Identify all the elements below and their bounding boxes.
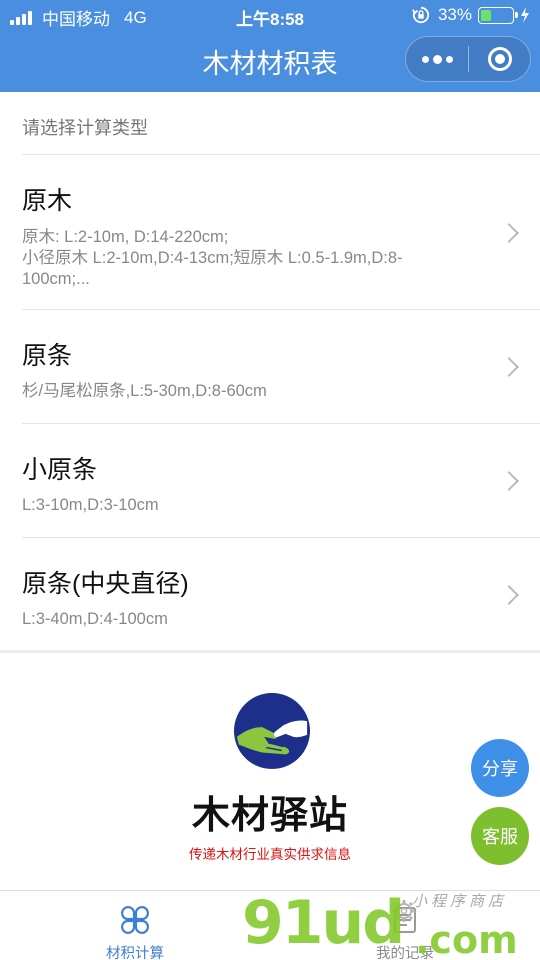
target-circle-icon: [487, 47, 512, 71]
chevron-right-icon: [499, 585, 519, 605]
chevron-right-icon: [499, 223, 519, 243]
brand-slogan: 传递木材行业真实供求信息: [189, 847, 351, 862]
tab-my-records[interactable]: 我的记录: [270, 891, 540, 960]
item-name: 原条(中央直径): [22, 570, 189, 598]
item-description: 原木: L:2-10m, D:14-220cm; 小径原木 L:2-10m,D:…: [22, 228, 403, 288]
brand-name: 木材驿站: [191, 792, 348, 837]
tab-volume-calc[interactable]: 材积计算: [0, 891, 270, 960]
more-menu-button[interactable]: [406, 37, 468, 81]
navigation-bar: 木材材积表: [0, 30, 540, 92]
item-description: L:3-10m,D:3-10cm: [22, 496, 159, 514]
content-divider: [0, 650, 540, 653]
chevron-right-icon: [499, 357, 519, 377]
mini-program-capsule: [405, 36, 531, 82]
clover-icon: [121, 906, 149, 934]
dot-icon: [445, 55, 453, 63]
item-description: 杉/马尾松原条,L:5-30m,D:8-60cm: [22, 382, 267, 400]
status-right: 33%: [412, 5, 530, 25]
tab-label: 材积计算: [106, 946, 164, 960]
customer-service-button[interactable]: 客服: [471, 807, 529, 865]
battery-fill: [481, 9, 491, 21]
dot-icon: [432, 54, 442, 64]
section-header: 请选择计算类型: [22, 118, 148, 138]
item-description: L:3-40m,D:4-100cm: [22, 610, 168, 628]
records-icon: [394, 907, 416, 933]
item-name: 小原条: [22, 456, 98, 484]
dot-icon: [421, 55, 429, 63]
close-mini-program-button[interactable]: [469, 37, 530, 81]
battery-percent: 33%: [437, 5, 472, 24]
item-name: 原木: [22, 187, 73, 215]
calc-type-item-logs[interactable]: 原木 原木: L:2-10m, D:14-220cm; 小径原木 L:2-10m…: [0, 155, 540, 309]
battery-icon: [478, 6, 518, 24]
tab-bar: 材积计算 我的记录: [0, 890, 540, 960]
calc-type-item-poles[interactable]: 原条 杉/马尾松原条,L:5-30m,D:8-60cm: [0, 310, 540, 423]
item-name: 原条: [22, 342, 73, 370]
calc-type-item-small-poles[interactable]: 小原条 L:3-10m,D:3-10cm: [0, 424, 540, 537]
chevron-right-icon: [499, 471, 519, 491]
charging-bolt-icon: [521, 7, 529, 23]
share-button[interactable]: 分享: [471, 739, 529, 797]
handshake-logo-icon: [233, 692, 311, 770]
calc-type-item-poles-mid-diameter[interactable]: 原条(中央直径) L:3-40m,D:4-100cm: [0, 538, 540, 650]
rotation-lock-icon: [412, 6, 430, 24]
status-bar: 中国移动 4G 上午8:58 33%: [0, 0, 540, 30]
tab-label: 我的记录: [376, 946, 434, 960]
